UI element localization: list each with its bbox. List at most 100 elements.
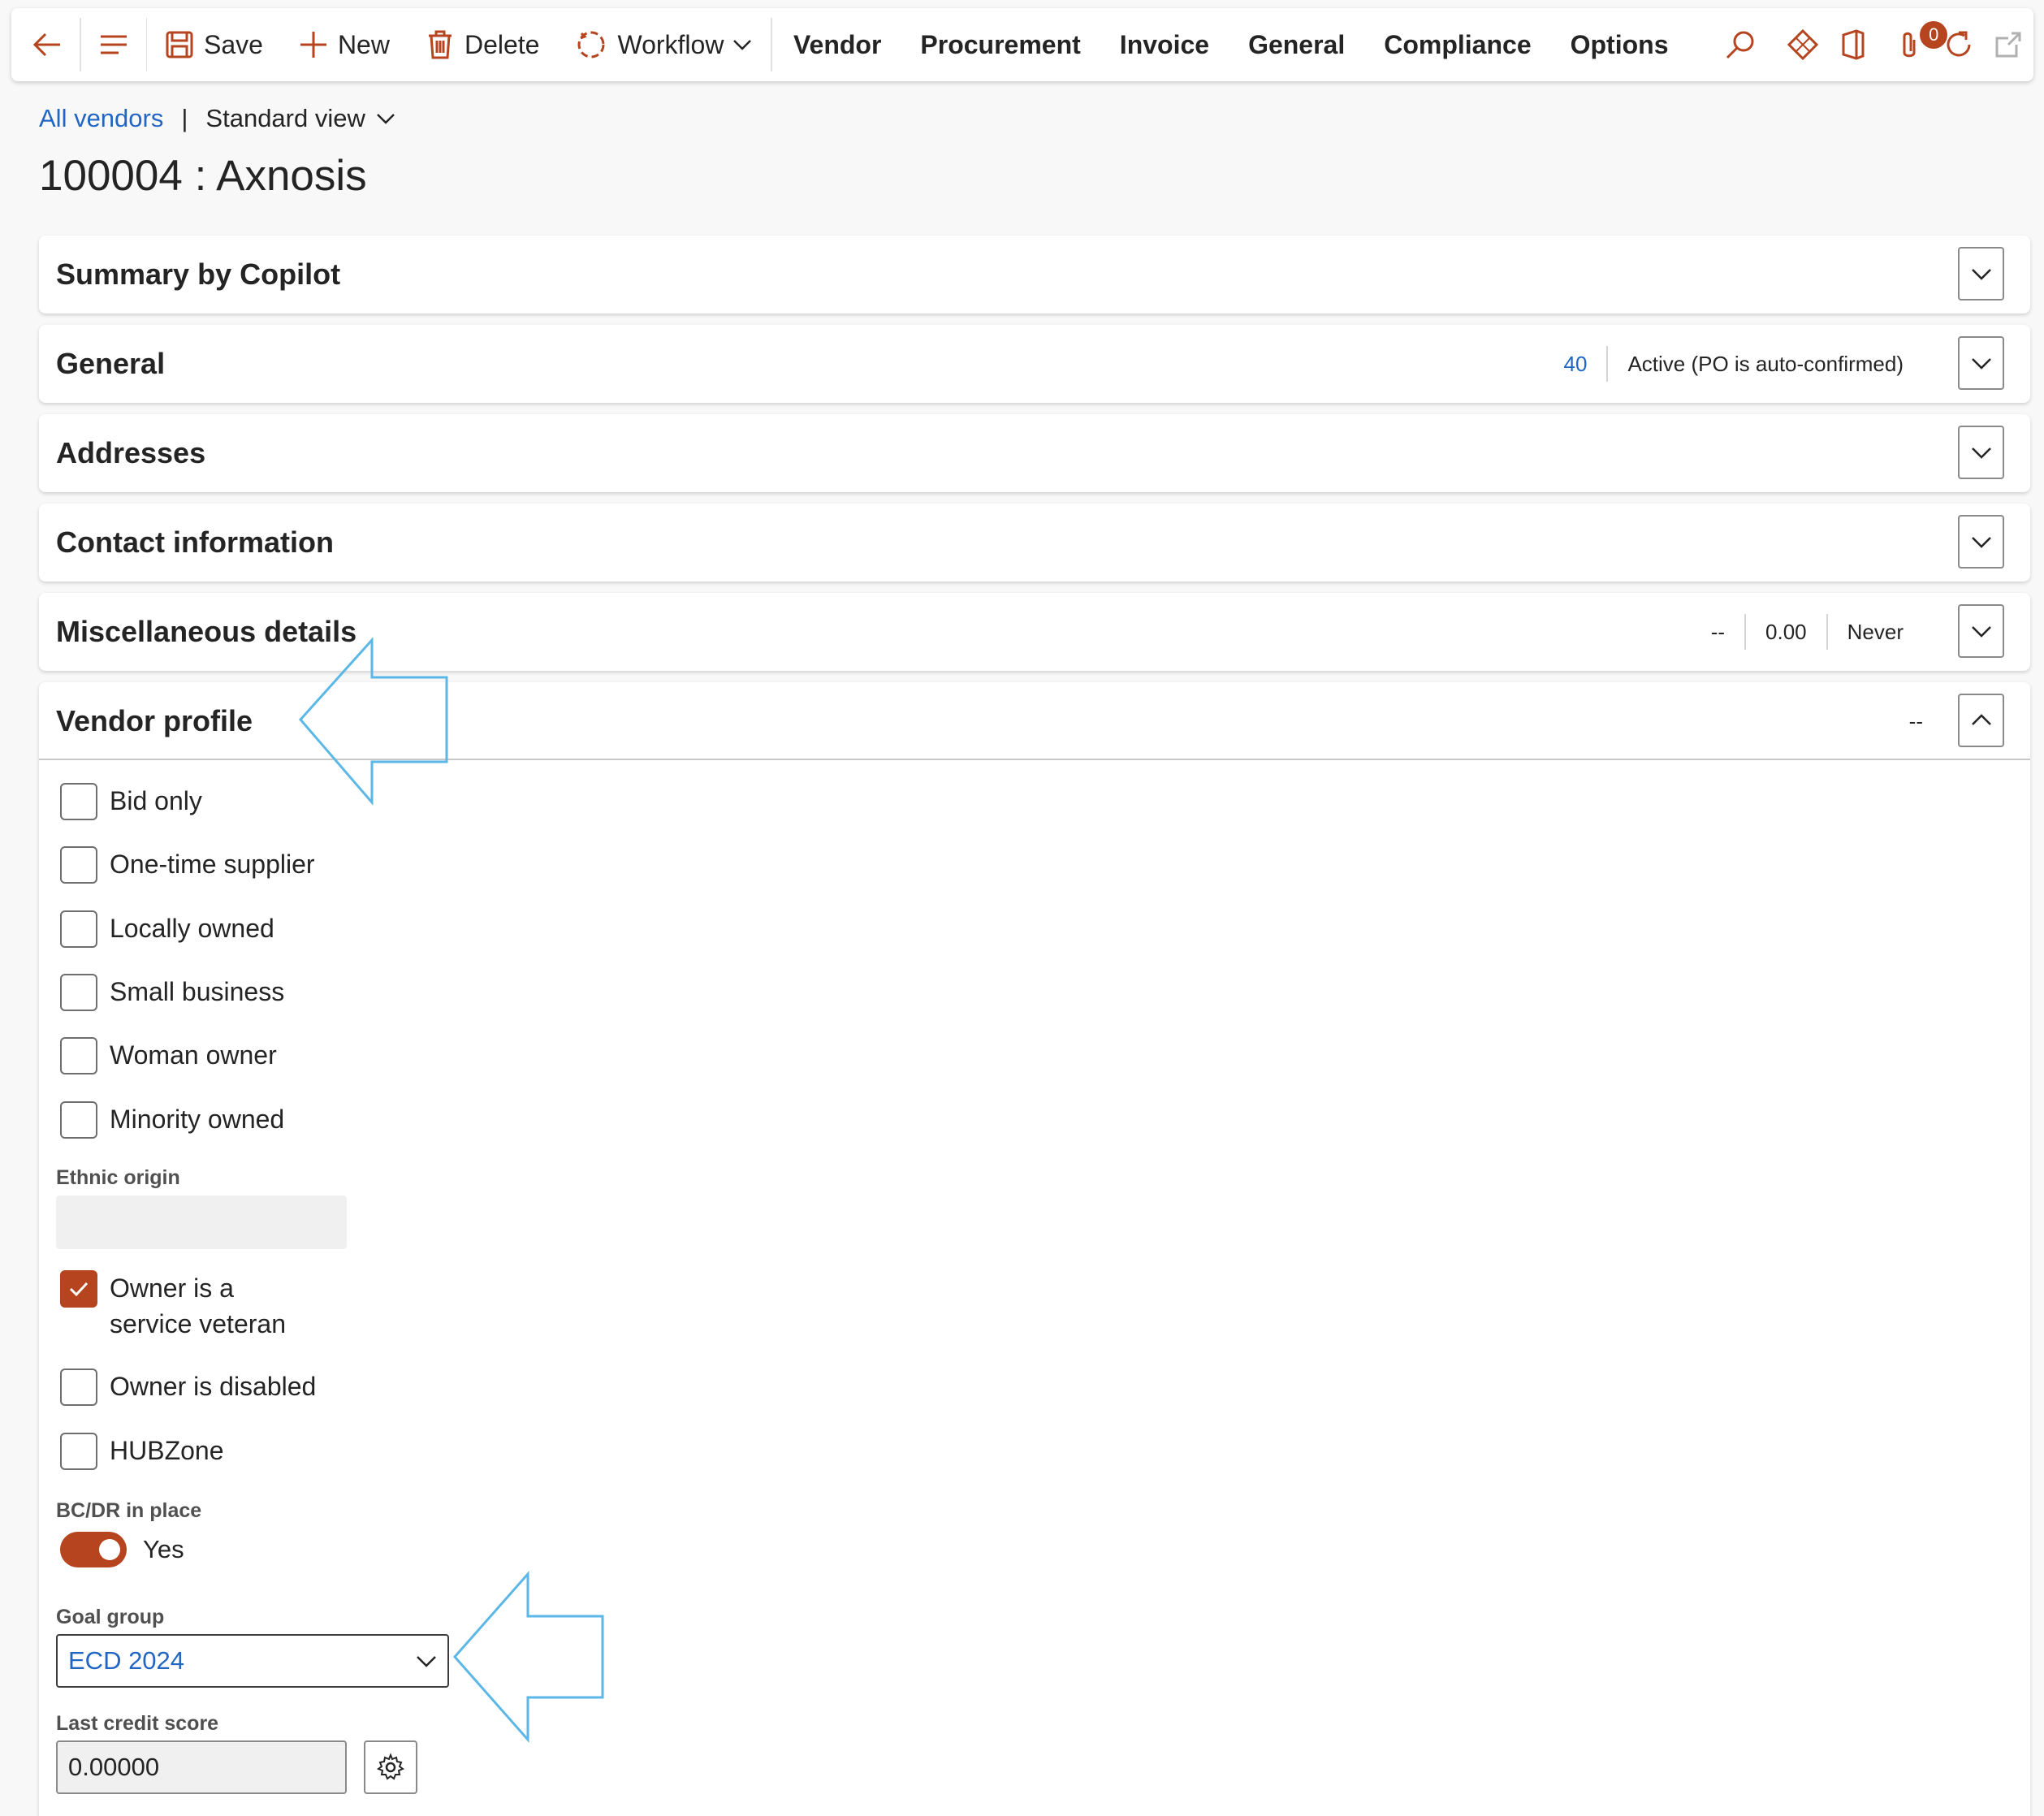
expand-button[interactable] [1958, 426, 2004, 479]
menu-invoice[interactable]: Invoice [1100, 8, 1229, 81]
section-summary-by-copilot[interactable]: Summary by Copilot [39, 236, 2030, 313]
plus-icon [300, 32, 326, 58]
bcdr-toggle[interactable]: Yes [60, 1532, 184, 1567]
toggle-value: Yes [143, 1535, 184, 1563]
power-apps-button[interactable] [1778, 8, 1828, 81]
checkbox-label: Woman owner [110, 1040, 277, 1070]
checkbox-label: Locally owned [110, 914, 274, 943]
toggle-switch[interactable] [60, 1532, 127, 1567]
checkbox-box[interactable] [60, 1037, 97, 1074]
menu-procurement[interactable]: Procurement [901, 8, 1100, 81]
section-miscellaneous-details[interactable]: Miscellaneous details -- 0.00 Never [39, 593, 2030, 671]
checkbox-box[interactable] [60, 1368, 97, 1406]
goal-group-dropdown[interactable]: ECD 2024 [56, 1634, 449, 1688]
checkbox-small-business[interactable]: Small business [60, 974, 284, 1011]
new-label: New [337, 29, 390, 59]
expand-button[interactable] [1958, 515, 2004, 569]
section-general[interactable]: General 40 Active (PO is auto-confirmed) [39, 325, 2030, 403]
breadcrumb: All vendors | Standard view [39, 104, 396, 133]
workflow-button[interactable]: Workflow [557, 8, 771, 81]
checkbox-box[interactable] [60, 846, 97, 884]
chevron-down-icon [733, 40, 752, 50]
view-name: Standard view [205, 104, 365, 132]
checkbox-box[interactable] [60, 910, 97, 948]
search-button[interactable] [1715, 8, 1765, 81]
checkbox-minority-owned[interactable]: Minority owned [60, 1101, 284, 1139]
chevron-down-icon [1971, 626, 1991, 638]
ethnic-origin-label: Ethnic origin [56, 1166, 180, 1189]
gear-icon [376, 1753, 405, 1780]
refresh-icon [1947, 31, 1971, 57]
expand-button[interactable] [1958, 604, 2004, 658]
checkbox-owner-disabled[interactable]: Owner is disabled [60, 1368, 316, 1406]
checkbox-bid-only[interactable]: Bid only [60, 783, 202, 820]
save-label: Save [204, 29, 263, 59]
back-button[interactable] [11, 8, 80, 81]
summary-value: -- [1710, 619, 1726, 644]
checkbox-one-time-supplier[interactable]: One-time supplier [60, 846, 315, 884]
checkbox-locally-owned[interactable]: Locally owned [60, 910, 274, 948]
page-title: 100004 : Axnosis [39, 152, 367, 200]
summary-value: Never [1847, 619, 1904, 644]
goal-group-label: Goal group [56, 1606, 165, 1628]
checkbox-label: Owner is disabled [110, 1372, 317, 1401]
chevron-down-icon [1971, 358, 1991, 370]
menu-general[interactable]: General [1229, 8, 1364, 81]
open-new-window-button[interactable] [1984, 8, 2033, 81]
trash-icon [428, 30, 452, 59]
chevron-down-icon [1971, 269, 1991, 280]
credit-score-settings-button[interactable] [364, 1740, 417, 1794]
chevron-down-icon [1971, 537, 1991, 548]
section-title: Addresses [56, 436, 206, 469]
chevron-down-icon [417, 1656, 436, 1667]
section-title: Miscellaneous details [56, 615, 357, 648]
bcdr-label: BC/DR in place [56, 1499, 202, 1522]
checkbox-box[interactable] [60, 1433, 97, 1470]
checkbox-label: HUBZone [110, 1436, 224, 1465]
summary-status: Active (PO is auto-confirmed) [1627, 351, 1904, 376]
save-icon [166, 31, 193, 58]
save-button[interactable]: Save [147, 8, 281, 81]
back-arrow-icon [32, 32, 60, 57]
expand-button[interactable] [1958, 247, 2004, 301]
section-header[interactable]: Vendor profile -- [39, 682, 2030, 760]
checkbox-box[interactable] [60, 783, 97, 820]
menu-compliance[interactable]: Compliance [1364, 8, 1550, 81]
section-vendor-profile: Vendor profile -- Bid only One-time supp… [39, 682, 2030, 1816]
summary-value: -- [1908, 708, 1923, 733]
checkbox-woman-owner[interactable]: Woman owner [60, 1037, 277, 1074]
refresh-button[interactable] [1934, 8, 1983, 81]
checkbox-service-veteran[interactable]: Owner is a service veteran [60, 1270, 321, 1342]
breadcrumb-all-vendors-link[interactable]: All vendors [39, 104, 163, 133]
checkbox-box[interactable] [60, 974, 97, 1011]
section-title: Summary by Copilot [56, 257, 341, 291]
menu-options[interactable]: Options [1551, 8, 1688, 81]
delete-button[interactable]: Delete [408, 8, 558, 81]
view-selector[interactable]: Standard view [205, 104, 395, 133]
goal-group-value: ECD 2024 [68, 1646, 185, 1675]
last-credit-score-label: Last credit score [56, 1712, 219, 1735]
chevron-down-icon [376, 114, 395, 124]
summary-value: 40 [1563, 351, 1588, 376]
office-button[interactable] [1828, 8, 1878, 81]
menu-vendor[interactable]: Vendor [772, 8, 901, 81]
attachments-button[interactable]: 0 [1884, 8, 1948, 81]
checkbox-hubzone[interactable]: HUBZone [60, 1433, 224, 1470]
ethnic-origin-field [56, 1196, 347, 1249]
chevron-down-icon [1971, 448, 1991, 459]
new-button[interactable]: New [281, 8, 408, 81]
checkbox-label: Minority owned [110, 1105, 285, 1134]
open-new-window-icon [1995, 32, 2021, 58]
diamond-icon [1787, 28, 1819, 61]
checkbox-box[interactable] [60, 1270, 97, 1308]
checkbox-box[interactable] [60, 1101, 97, 1139]
section-contact-information[interactable]: Contact information [39, 504, 2030, 582]
section-addresses[interactable]: Addresses [39, 414, 2030, 492]
chevron-up-icon [1971, 714, 1991, 725]
section-summary: -- 0.00 Never [1692, 593, 1923, 671]
checkbox-label: One-time supplier [110, 850, 315, 879]
breadcrumb-separator: | [181, 104, 188, 132]
collapse-button[interactable] [1958, 694, 2004, 747]
expand-button[interactable] [1958, 336, 2004, 390]
menu-button[interactable] [81, 8, 146, 81]
